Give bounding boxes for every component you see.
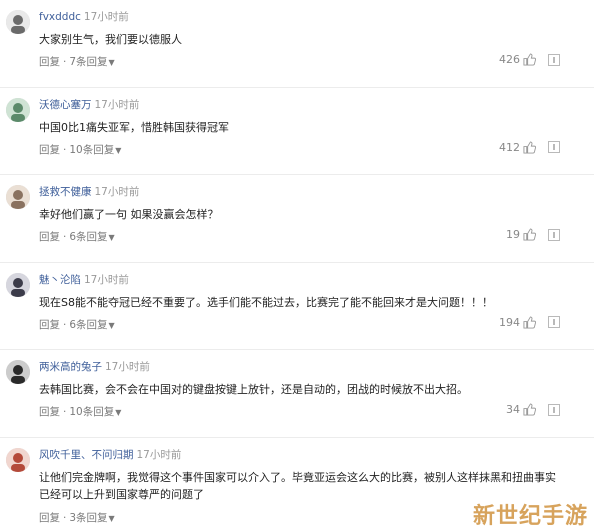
comment-header: 魅丶沦陷 17小时前 [39, 273, 129, 287]
comment-actions: 回复 · 3条回复▼ [39, 510, 115, 525]
like-count: 194 [499, 315, 520, 329]
site-watermark: 新世纪手游 [472, 504, 588, 529]
avatar[interactable] [6, 97, 30, 122]
thumbs-up-icon[interactable] [523, 53, 537, 66]
timestamp: 17小时前 [94, 186, 140, 198]
report-icon[interactable] [548, 316, 560, 328]
timestamp: 17小时前 [84, 273, 129, 286]
thumbs-up-icon[interactable] [523, 228, 537, 241]
comment-item: 两米高的兔子 17小时前 去韩国比赛，会不会在中国对的键盘按键上放针，还是自动的，… [0, 350, 594, 438]
separator-dot: · [63, 318, 67, 331]
replies-count: 7条回复 [69, 56, 108, 68]
view-replies-button[interactable]: 10条回复▼ [69, 144, 121, 156]
like-count: 412 [499, 140, 520, 154]
comment-item: fvxdddc 17小时前 大家别生气，我们要以德服人 回复 · 7条回复▼ 426 [0, 0, 594, 88]
username[interactable]: 两米高的兔子 [39, 361, 102, 373]
comment-actions: 回复 · 10条回复▼ [39, 404, 121, 419]
comment-actions: 回复 · 6条回复▼ [39, 317, 115, 332]
comment-item: 沃德心塞万 17小时前 中国0比1痛失亚军，惜胜韩国获得冠军 回复 · 10条回复▼ … [0, 88, 594, 175]
avatar[interactable] [6, 10, 30, 34]
chevron-down-icon: ▼ [108, 513, 115, 523]
timestamp: 17小时前 [105, 361, 150, 373]
username[interactable]: 魅丶沦陷 [39, 274, 81, 286]
like-count: 34 [506, 403, 520, 416]
view-replies-button[interactable]: 6条回复▼ [69, 231, 114, 243]
view-replies-button[interactable]: 10条回复▼ [69, 406, 121, 418]
comment-text: 现在S8能不能夺冠已经不重要了。选手们能不能过去，比赛完了能不能回来才是大问题！… [39, 295, 493, 309]
comment-header: 风吹千里、不问归期 17小时前 [39, 448, 181, 462]
chevron-down-icon: ▼ [108, 320, 115, 330]
comment-header: 沃德心塞万 17小时前 [39, 98, 139, 112]
chevron-down-icon: ▼ [115, 145, 122, 155]
avatar[interactable] [6, 360, 30, 384]
separator-dot: · [63, 231, 67, 243]
comment-stats: 426 [499, 53, 560, 66]
separator-dot: · [63, 56, 67, 68]
report-icon[interactable] [548, 53, 560, 66]
comment-header: fvxdddc 17小时前 [39, 10, 129, 24]
chevron-down-icon: ▼ [108, 58, 115, 67]
reply-button[interactable]: 回复 [39, 319, 60, 331]
replies-count: 10条回复 [69, 406, 115, 418]
username[interactable]: 拯救不健康 [39, 186, 92, 198]
report-icon[interactable] [548, 141, 560, 153]
comment-header: 两米高的兔子 17小时前 [39, 360, 150, 374]
report-icon[interactable] [548, 403, 560, 416]
comment-stats: 194 [499, 316, 560, 329]
comment-stats: 19 [506, 228, 560, 241]
chevron-down-icon: ▼ [108, 233, 115, 242]
thumbs-up-icon[interactable] [523, 315, 537, 329]
reply-button[interactable]: 回复 [39, 144, 60, 156]
view-replies-button[interactable]: 7条回复▼ [69, 56, 114, 68]
comment-stats: 412 [499, 141, 560, 154]
avatar[interactable] [6, 447, 30, 472]
thumbs-up-icon[interactable] [523, 140, 537, 154]
comment-list: fvxdddc 17小时前 大家别生气，我们要以德服人 回复 · 7条回复▼ 426 … [0, 0, 594, 532]
comment-text: 去韩国比赛，会不会在中国对的键盘按键上放针，还是自动的，团战的时候放不出大招。 [39, 383, 468, 396]
replies-count: 6条回复 [69, 231, 108, 243]
thumbs-up-icon[interactable] [523, 403, 537, 416]
comment-item: 拯救不健康 17小时前 幸好他们赢了一句 如果没赢会怎样？ 回复 · 6条回复▼ 19 [0, 175, 594, 263]
reply-button[interactable]: 回复 [39, 406, 60, 418]
comment-header: 拯救不健康 17小时前 [39, 185, 139, 199]
reply-button[interactable]: 回复 [39, 512, 60, 524]
reply-button[interactable]: 回复 [39, 231, 60, 243]
timestamp: 17小时前 [136, 448, 182, 461]
comment-stats: 34 [506, 403, 560, 416]
comment-text: 大家别生气，我们要以德服人 [39, 33, 182, 46]
chevron-down-icon: ▼ [115, 408, 122, 417]
like-count: 426 [499, 53, 520, 66]
replies-count: 3条回复 [69, 511, 108, 524]
report-icon[interactable] [548, 228, 560, 241]
comment-text: 幸好他们赢了一句 如果没赢会怎样？ [39, 208, 219, 221]
separator-dot: · [63, 511, 67, 524]
comment-text: 中国0比1痛失亚军，惜胜韩国获得冠军 [39, 120, 229, 134]
like-count: 19 [506, 228, 520, 241]
username[interactable]: 沃德心塞万 [39, 99, 92, 111]
timestamp: 17小时前 [83, 11, 129, 23]
comment-actions: 回复 · 6条回复▼ [39, 229, 115, 244]
separator-dot: · [63, 406, 67, 418]
replies-count: 10条回复 [69, 143, 115, 156]
separator-dot: · [63, 143, 67, 156]
comment-item: 魅丶沦陷 17小时前 现在S8能不能夺冠已经不重要了。选手们能不能过去，比赛完了能… [0, 263, 594, 350]
comment-actions: 回复 · 10条回复▼ [39, 142, 121, 157]
comment-actions: 回复 · 7条回复▼ [39, 54, 115, 69]
reply-button[interactable]: 回复 [39, 56, 60, 68]
avatar[interactable] [6, 185, 30, 209]
view-replies-button[interactable]: 6条回复▼ [69, 319, 114, 331]
username[interactable]: 风吹千里、不问归期 [39, 449, 134, 461]
view-replies-button[interactable]: 3条回复▼ [69, 512, 114, 524]
avatar[interactable] [6, 272, 30, 297]
timestamp: 17小时前 [94, 98, 140, 111]
replies-count: 6条回复 [69, 318, 108, 331]
username[interactable]: fvxdddc [39, 11, 81, 23]
